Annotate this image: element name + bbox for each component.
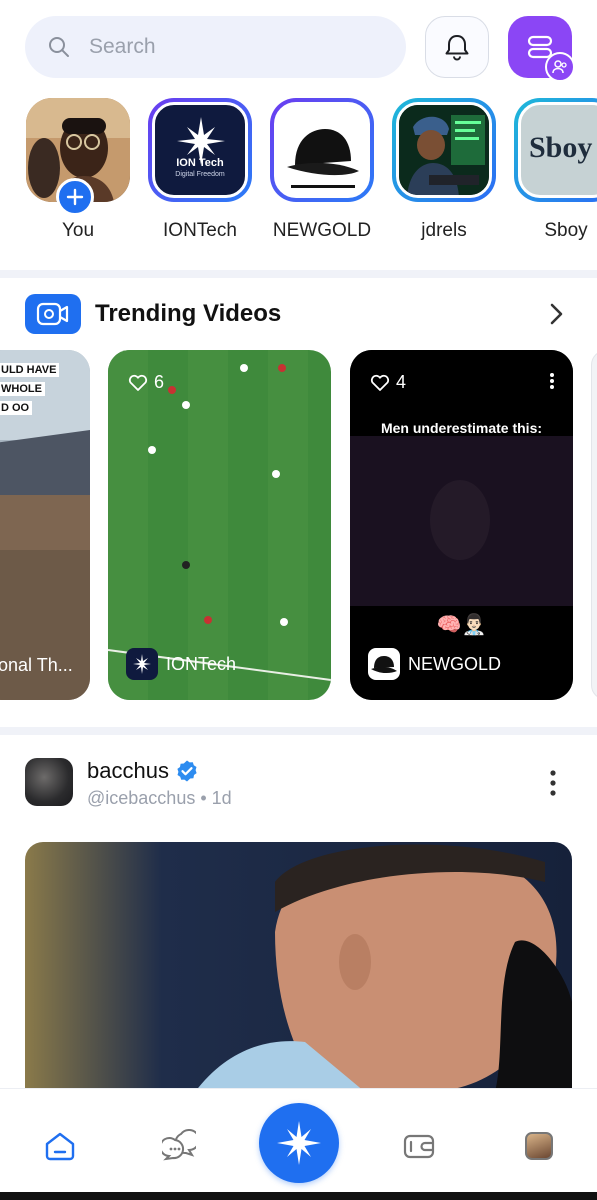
post-more-button[interactable] bbox=[550, 770, 556, 801]
post-photo bbox=[25, 842, 572, 1092]
video-author-name: IONTech bbox=[166, 653, 237, 674]
overlay-line: ULD HAVE bbox=[0, 363, 60, 377]
video-headline: Men underestimate this: bbox=[380, 420, 543, 436]
video-like-count: 4 bbox=[396, 372, 407, 392]
search-input[interactable]: Search bbox=[25, 16, 406, 78]
cap-icon bbox=[371, 656, 397, 674]
wallet-icon bbox=[403, 1134, 435, 1159]
plus-icon bbox=[66, 188, 84, 206]
section-divider bbox=[0, 270, 597, 278]
post-author[interactable]: bacchus bbox=[87, 758, 199, 784]
search-icon bbox=[49, 37, 69, 57]
story-label: You bbox=[61, 220, 95, 241]
trending-video-card[interactable]: ULD HAVE WHOLE D OO onal Th... bbox=[0, 350, 90, 700]
video-more-button[interactable] bbox=[549, 372, 555, 395]
sboy-logo-text: Sboy bbox=[529, 131, 593, 164]
story-ring: ION Tech Digital Freedom bbox=[148, 98, 252, 202]
iontech-logo-sub: Digital Freedom bbox=[175, 171, 225, 178]
notifications-button[interactable] bbox=[425, 16, 489, 78]
post-time: 1d bbox=[211, 788, 232, 808]
bottom-nav bbox=[0, 1088, 597, 1200]
trending-header: Trending Videos bbox=[25, 293, 572, 335]
trending-video-card[interactable]: 6 IONTech bbox=[108, 350, 331, 700]
story-iontech[interactable]: ION Tech Digital Freedom IONTech bbox=[148, 98, 252, 242]
story-jdrels[interactable]: jdrels bbox=[392, 98, 496, 242]
star-logo-icon bbox=[177, 117, 225, 165]
post-author-name: bacchus bbox=[87, 758, 169, 783]
section-divider bbox=[0, 727, 597, 735]
newgold-cap-image bbox=[274, 102, 370, 198]
post-header: bacchus @icebacchus • 1d bbox=[25, 756, 572, 810]
post-meta-separator: • bbox=[200, 788, 207, 808]
author-avatar bbox=[126, 648, 158, 680]
story-label: Sboy bbox=[544, 220, 588, 241]
jdrels-avatar bbox=[396, 102, 492, 198]
video-author[interactable]: NEWGOLD bbox=[368, 648, 501, 680]
more-vertical-icon bbox=[550, 770, 556, 796]
bell-icon bbox=[445, 35, 469, 61]
story-ring: Sboy bbox=[514, 98, 597, 202]
trending-see-all-button[interactable] bbox=[544, 301, 568, 332]
post-image[interactable] bbox=[25, 842, 572, 1092]
trending-video-card[interactable] bbox=[591, 350, 597, 700]
nav-wallet[interactable] bbox=[402, 1129, 436, 1163]
chat-icon bbox=[162, 1129, 196, 1161]
video-overlay-text: ULD HAVE WHOLE D OO bbox=[0, 360, 60, 416]
menu-button[interactable] bbox=[508, 16, 575, 82]
heart-icon bbox=[128, 374, 148, 391]
trending-video-card[interactable]: 4 Men underestimate this: 🧠👨🏻‍⚕️ NEWGOLD bbox=[350, 350, 573, 700]
story-ring bbox=[392, 98, 496, 202]
home-icon bbox=[45, 1132, 75, 1161]
nav-home[interactable] bbox=[43, 1129, 77, 1163]
video-author[interactable]: IONTech bbox=[126, 648, 236, 680]
heart-icon bbox=[370, 374, 390, 391]
video-emoji: 🧠👨🏻‍⚕️ bbox=[436, 614, 487, 636]
overlay-line: WHOLE bbox=[0, 382, 45, 396]
post-meta: @icebacchus • 1d bbox=[87, 788, 232, 809]
trending-title: Trending Videos bbox=[95, 300, 282, 327]
nav-chat[interactable] bbox=[162, 1129, 196, 1163]
star-logo-icon bbox=[277, 1121, 321, 1165]
story-label: NEWGOLD bbox=[272, 220, 372, 241]
more-vertical-icon bbox=[550, 373, 554, 389]
video-caption: onal Th... bbox=[0, 655, 73, 675]
search-placeholder: Search bbox=[89, 35, 156, 58]
nav-create-button[interactable] bbox=[259, 1103, 339, 1183]
star-logo-icon bbox=[133, 654, 151, 674]
profile-avatar bbox=[525, 1132, 553, 1160]
verified-badge-icon bbox=[177, 760, 197, 782]
story-label: jdrels bbox=[421, 220, 467, 241]
overlay-line: D OO bbox=[0, 401, 33, 415]
iontech-logo-text: ION Tech bbox=[176, 157, 224, 169]
iontech-logo: ION Tech Digital Freedom bbox=[152, 102, 248, 198]
story-ring bbox=[270, 98, 374, 202]
video-likes[interactable]: 4 bbox=[370, 372, 406, 393]
add-story-button[interactable] bbox=[56, 178, 94, 216]
video-likes[interactable]: 6 bbox=[128, 372, 164, 393]
story-newgold[interactable]: NEWGOLD bbox=[270, 98, 374, 242]
video-camera-icon bbox=[25, 294, 81, 334]
story-sboy[interactable]: Sboy Sboy bbox=[514, 98, 597, 242]
sboy-logo: Sboy bbox=[518, 102, 597, 198]
story-label: IONTech bbox=[163, 220, 237, 241]
author-avatar bbox=[368, 648, 400, 680]
cap-image bbox=[287, 129, 359, 188]
top-bar: Search bbox=[0, 0, 597, 92]
stories-row: You ION Tech Digital Freedom IONTech NEW… bbox=[0, 98, 597, 258]
post-author-avatar[interactable] bbox=[25, 758, 73, 806]
nav-profile[interactable] bbox=[522, 1129, 556, 1163]
people-icon bbox=[552, 60, 567, 74]
system-home-indicator bbox=[0, 1192, 597, 1200]
chevron-right-icon bbox=[550, 303, 563, 325]
people-badge bbox=[545, 52, 575, 82]
video-author-name: NEWGOLD bbox=[408, 653, 502, 674]
post-handle: @icebacchus bbox=[87, 788, 196, 808]
anime-avatar-image bbox=[399, 105, 489, 195]
video-like-count: 6 bbox=[154, 372, 165, 392]
story-you[interactable]: You bbox=[26, 98, 130, 242]
